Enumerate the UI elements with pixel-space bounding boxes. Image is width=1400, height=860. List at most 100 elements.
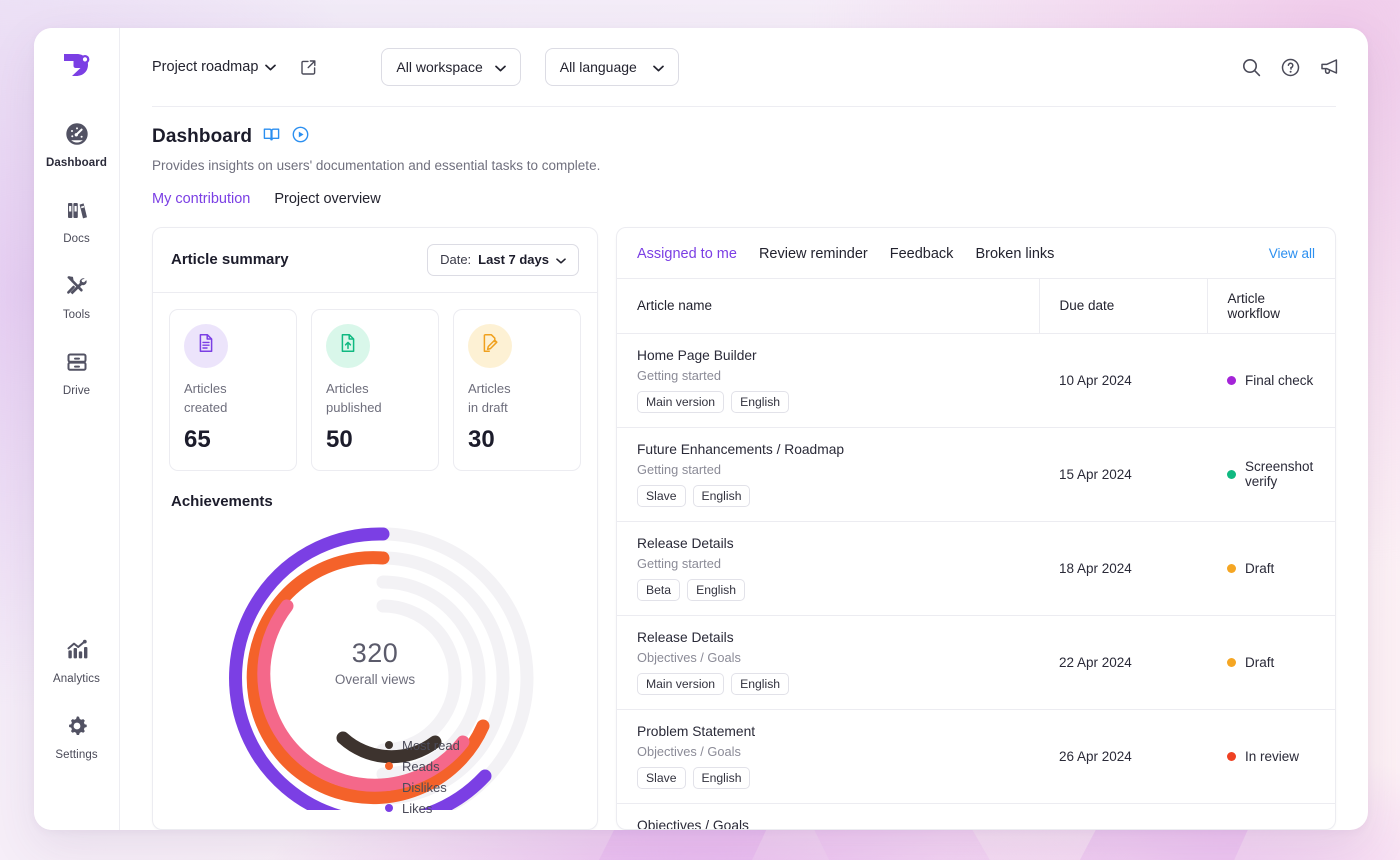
speedometer-icon: [64, 121, 90, 152]
sidebar-item-tools[interactable]: Tools: [40, 262, 114, 328]
legend-item[interactable]: Likes: [385, 801, 460, 816]
legend-dot-reads: [385, 762, 393, 771]
date-filter-label: Date:: [440, 252, 472, 268]
stat-label-line1: Articles: [184, 380, 227, 396]
stat-card-articles-in-draft[interactable]: Articles in draft 30: [453, 308, 581, 471]
stat-card-articles-published[interactable]: Articles published 50: [311, 308, 439, 471]
sidebar-item-label: Analytics: [53, 673, 100, 685]
cell-due-date: 15 Apr 2024: [1039, 427, 1207, 522]
tab-project-overview[interactable]: Project overview: [274, 191, 380, 211]
chip-language: English: [687, 578, 746, 601]
article-name: Objectives / Goals: [637, 817, 749, 830]
sidebar-item-settings[interactable]: Settings: [40, 702, 114, 768]
table-header-row: Article name Due date Article workflow: [617, 277, 1335, 334]
legend-item[interactable]: Reads: [385, 759, 460, 774]
cell-due-date: 22 Apr 2024: [1039, 615, 1207, 710]
status-label: Draft: [1245, 654, 1275, 670]
cell-workflow: Draft: [1207, 521, 1335, 616]
articles-table-head: Article name Due date Article workflow: [617, 277, 1335, 334]
sidebar-item-dashboard[interactable]: Dashboard: [40, 110, 114, 176]
app-logo-d[interactable]: [54, 42, 100, 88]
achievements-legend: Most read Reads Dislikes Likes: [385, 738, 460, 816]
articles-table-body: Home Page Builder Getting started Main v…: [617, 333, 1335, 830]
status-badge: Final check: [1227, 373, 1315, 388]
legend-item[interactable]: Dislikes: [385, 780, 460, 795]
chevron-down-icon: [494, 59, 506, 75]
stat-icon-wrap: [184, 323, 228, 368]
cell-due-date: 18 Apr 2024: [1039, 521, 1207, 616]
stat-label-line2: created: [184, 399, 228, 415]
stat-label-line2: in draft: [468, 399, 508, 415]
app-window: Dashboard Docs Tools Drive Analytics Set…: [34, 28, 1368, 830]
stat-card-articles-created[interactable]: Articles created 65: [169, 308, 297, 471]
legend-label: Likes: [402, 800, 433, 816]
language-filter-label: All language: [559, 59, 637, 75]
table-row[interactable]: Release Details Objectives / Goals Main …: [617, 615, 1335, 710]
sidebar-item-drive[interactable]: Drive: [40, 338, 114, 404]
tab-assigned-to-me[interactable]: Assigned to me: [637, 246, 737, 262]
page-title-row: Dashboard: [152, 125, 1336, 149]
article-chips: Main version English: [637, 390, 1019, 413]
article-chips: Beta English: [637, 578, 1019, 601]
table-row[interactable]: Home Page Builder Getting started Main v…: [617, 333, 1335, 428]
stat-label-line2: published: [326, 399, 382, 415]
view-all-link[interactable]: View all: [1269, 246, 1315, 261]
tab-broken-links[interactable]: Broken links: [975, 246, 1054, 262]
announcement-megaphone-icon[interactable]: [1319, 57, 1342, 78]
status-badge: Screenshot verify: [1227, 459, 1315, 489]
chip-version: Slave: [637, 766, 686, 789]
sidebar-item-docs[interactable]: Docs: [40, 186, 114, 252]
cell-workflow: Final check: [1207, 333, 1335, 428]
stat-label: Articles published: [326, 380, 424, 418]
sidebar-item-label: Tools: [62, 309, 91, 321]
language-filter[interactable]: All language: [544, 48, 679, 86]
stat-value: 30: [468, 425, 495, 453]
status-label: In review: [1245, 748, 1300, 764]
workspace-filter[interactable]: All workspace: [381, 48, 521, 86]
document-lines-icon: [195, 332, 217, 359]
article-path: Objectives / Goals: [637, 649, 741, 665]
achievements-chart: 320 Overall views Most read Reads Dislik…: [153, 510, 597, 829]
search-icon[interactable]: [1241, 57, 1262, 78]
table-row[interactable]: Problem Statement Objectives / Goals Sla…: [617, 709, 1335, 804]
cell-workflow: In review: [1207, 709, 1335, 804]
tab-feedback[interactable]: Feedback: [890, 246, 954, 262]
table-row[interactable]: Objectives / Goals Objectives / Goals Ma…: [617, 803, 1335, 830]
tasks-header: Assigned to me Review reminder Feedback …: [617, 228, 1335, 278]
article-summary-header: Article summary Date: Last 7 days: [153, 228, 597, 293]
cell-due-date: 26 Apr 2024: [1039, 709, 1207, 804]
article-chips: Slave English: [637, 766, 1019, 789]
date-filter[interactable]: Date: Last 7 days: [427, 243, 579, 276]
legend-item[interactable]: Most read: [385, 738, 460, 753]
main-area: Project roadmap All workspace All langua…: [120, 28, 1368, 830]
legend-dot-most-read: [385, 741, 393, 750]
status-label: Draft: [1245, 560, 1275, 576]
sidebar-item-label: Dashboard: [46, 157, 107, 169]
play-circle-icon[interactable]: [291, 125, 310, 149]
help-circle-icon[interactable]: [1280, 57, 1301, 78]
page-subtitle: Provides insights on users' documentatio…: [152, 157, 601, 173]
status-label: Final check: [1245, 372, 1314, 388]
stat-value: 50: [326, 425, 353, 453]
achievements-radial-chart: [229, 527, 534, 829]
table-row[interactable]: Release Details Getting started Beta Eng…: [617, 521, 1335, 616]
table-row[interactable]: Future Enhancements / Roadmap Getting st…: [617, 427, 1335, 522]
achievements-title: Achievements: [171, 492, 273, 510]
cell-due-date: 26 Apr 2024: [1039, 803, 1207, 829]
book-guide-icon[interactable]: [262, 125, 281, 149]
stat-cards: Articles created 65 Articles published 5…: [153, 293, 597, 471]
gear-icon: [64, 713, 90, 744]
status-dot: [1227, 469, 1236, 479]
external-link-icon[interactable]: [300, 59, 317, 76]
sidebar-item-analytics[interactable]: Analytics: [40, 626, 114, 692]
stat-label: Articles in draft: [468, 380, 566, 418]
legend-dot-likes: [385, 804, 393, 813]
project-selector[interactable]: Project roadmap: [152, 59, 277, 75]
tab-my-contribution[interactable]: My contribution: [152, 191, 250, 211]
cell-article-name: Release Details Objectives / Goals Main …: [617, 615, 1039, 710]
article-path: Objectives / Goals: [637, 743, 741, 759]
article-name: Release Details: [637, 629, 734, 645]
chip-version: Main version: [637, 672, 725, 695]
tab-review-reminder[interactable]: Review reminder: [759, 246, 868, 262]
status-badge: Draft: [1227, 561, 1315, 576]
